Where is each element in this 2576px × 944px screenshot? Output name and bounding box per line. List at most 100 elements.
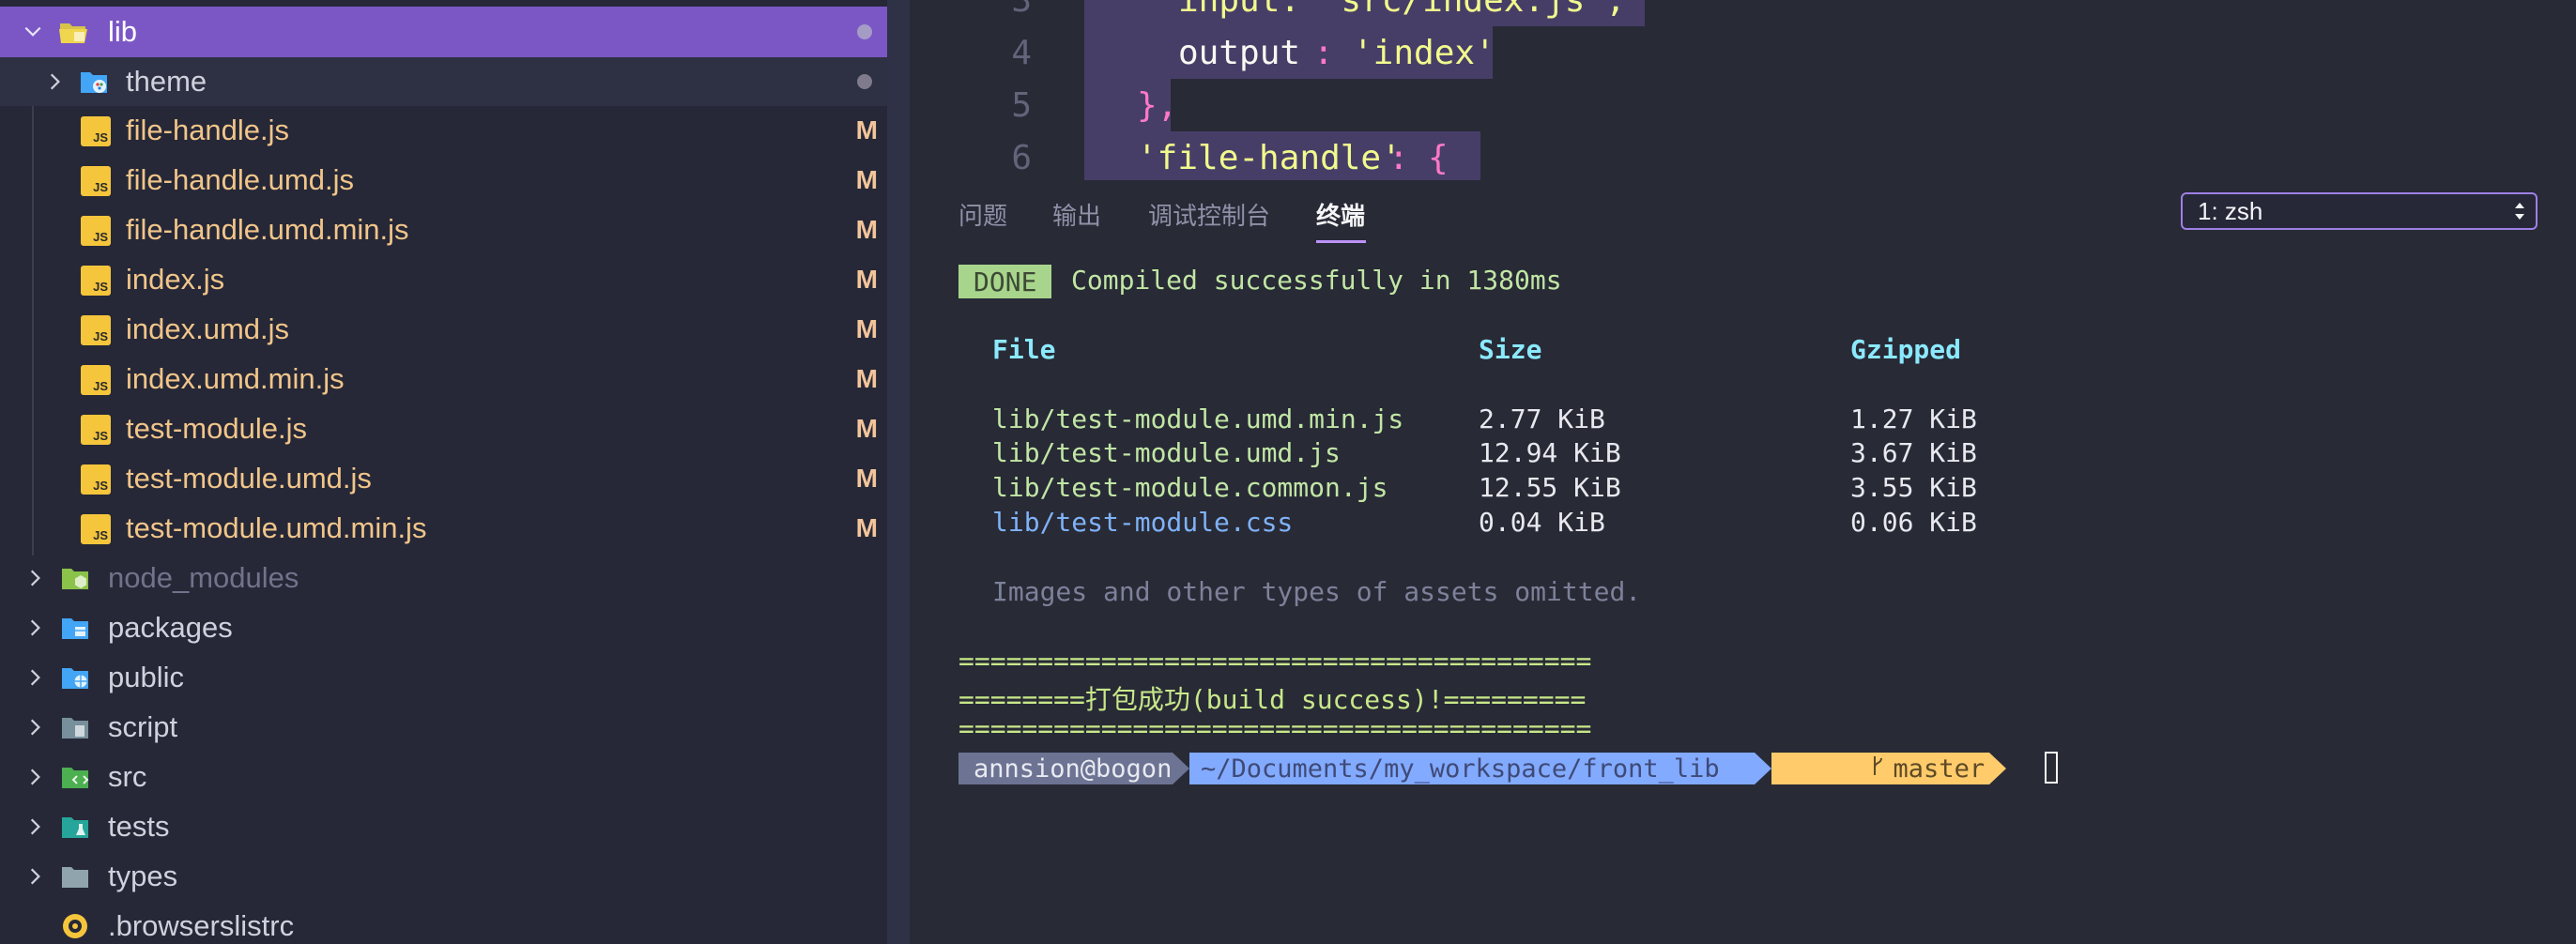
js-file-icon: JS	[81, 415, 111, 445]
file-name: index.umd.js	[126, 312, 290, 345]
folder-name: lib	[108, 15, 138, 48]
file-explorer: lib theme JS file-handle.js M JS file-ha…	[0, 0, 887, 944]
browserslist-icon	[60, 911, 90, 941]
tab-terminal[interactable]: 终端	[1316, 197, 1365, 232]
modified-mark: M	[855, 364, 878, 393]
col-header-file: File	[992, 334, 1056, 365]
folder-name: script	[108, 710, 178, 743]
types-folder-icon	[60, 861, 90, 891]
chevron-right-icon[interactable]	[23, 765, 47, 789]
file-item[interactable]: JS index.umd.min.js M	[0, 355, 887, 403]
asset-size: 0.04 KiB	[1479, 507, 1605, 538]
chevron-right-icon[interactable]	[23, 715, 47, 739]
asset-file: lib/test-module.css	[992, 507, 1294, 538]
js-file-icon: JS	[81, 266, 111, 296]
file-item[interactable]: JS test-module.js M	[0, 404, 887, 453]
terminal-shell-select[interactable]: 1: zsh	[2181, 192, 2538, 230]
packages-folder-icon	[60, 613, 90, 643]
prompt-separator-arrow	[1173, 753, 1189, 784]
chevron-right-icon[interactable]	[23, 616, 47, 640]
modified-mark: M	[855, 265, 878, 294]
modified-mark: M	[855, 314, 878, 343]
prompt-separator-arrow	[1989, 753, 2006, 784]
modified-mark: M	[855, 513, 878, 542]
prompt-user-host-text: annsion@bogon	[974, 754, 1173, 784]
file-item[interactable]: JS index.js M	[0, 255, 887, 304]
tab-problems[interactable]: 问题	[958, 197, 1007, 232]
code-editor[interactable]: 3 input: 'src/index.js', 4 output : 'ind…	[910, 0, 2576, 180]
prompt-separator-arrow	[1755, 753, 1771, 784]
tab-debug-console[interactable]: 调试控制台	[1148, 197, 1270, 232]
file-item[interactable]: JS file-handle.umd.js M	[0, 156, 887, 205]
lib-folder-open-icon	[58, 17, 88, 47]
folder-name: public	[108, 661, 184, 693]
line-number: 5	[1011, 85, 1032, 125]
file-item[interactable]: JS index.umd.js M	[0, 305, 887, 354]
line-number: 3	[1011, 0, 1032, 20]
file-item[interactable]: JS file-handle.umd.min.js M	[0, 206, 887, 254]
col-header-size: Size	[1479, 334, 1542, 365]
code-key: output	[1178, 33, 1301, 72]
chevron-right-icon[interactable]	[23, 566, 47, 590]
asset-size: 12.94 KiB	[1479, 437, 1621, 468]
js-file-icon: JS	[81, 216, 111, 246]
prompt-path: ~/Documents/my_workspace/front_lib	[1189, 753, 1755, 784]
sidebar-resize-handle[interactable]	[887, 0, 910, 944]
shell-select-value: 1: zsh	[2198, 196, 2263, 225]
modified-dot-indicator	[857, 24, 872, 39]
chevron-right-icon[interactable]	[42, 69, 67, 94]
asset-size: 12.55 KiB	[1479, 472, 1621, 503]
js-file-icon: JS	[81, 365, 111, 395]
chevron-right-icon[interactable]	[23, 815, 47, 839]
tests-folder-icon	[60, 812, 90, 842]
asset-file: lib/test-module.common.js	[992, 472, 1388, 503]
file-item[interactable]: JS file-handle.js M	[0, 106, 887, 155]
folder-name: node_modules	[108, 561, 299, 594]
chevron-right-icon[interactable]	[23, 665, 47, 690]
bottom-panel: 问题 输出 调试控制台 终端 1: zsh DONE Compiled succ…	[910, 180, 2576, 944]
line-number: 6	[1011, 138, 1032, 177]
node-folder-icon	[60, 563, 90, 593]
js-file-icon: JS	[81, 464, 111, 495]
file-item[interactable]: JS test-module.umd.min.js M	[0, 504, 887, 553]
folder-packages[interactable]: packages	[0, 603, 887, 652]
assets-note: Images and other types of assets omitted…	[992, 576, 1642, 607]
file-item[interactable]: JS test-module.umd.js M	[0, 454, 887, 503]
code-value: 'index'	[1353, 33, 1495, 72]
select-arrows-icon	[2513, 200, 2526, 222]
folder-types[interactable]: types	[0, 852, 887, 901]
code-value: {	[1428, 138, 1449, 177]
tab-output[interactable]: 输出	[1052, 197, 1101, 232]
modified-mark: M	[855, 414, 878, 443]
folder-name: src	[108, 760, 147, 793]
file-browserslistrc[interactable]: .browserslistrc	[0, 902, 887, 944]
folder-name: packages	[108, 611, 233, 644]
folder-tests[interactable]: tests	[0, 802, 887, 851]
folder-src[interactable]: src	[0, 753, 887, 801]
code-text: },	[1137, 85, 1178, 125]
file-name: .browserslistrc	[108, 909, 295, 942]
chevron-down-icon[interactable]	[21, 20, 45, 44]
folder-public[interactable]: public	[0, 653, 887, 702]
folder-theme[interactable]: theme	[0, 57, 887, 106]
asset-gzipped: 0.06 KiB	[1850, 507, 1977, 538]
col-header-gzipped: Gzipped	[1850, 334, 1962, 365]
file-name: file-handle.umd.min.js	[126, 213, 409, 246]
asset-gzipped: 3.55 KiB	[1850, 472, 1977, 503]
folder-name: theme	[126, 65, 207, 98]
asset-gzipped: 3.67 KiB	[1850, 437, 1977, 468]
folder-lib[interactable]: lib	[0, 7, 887, 57]
chevron-right-icon[interactable]	[23, 864, 47, 889]
file-name: file-handle.umd.js	[126, 163, 354, 196]
modified-dot-indicator	[857, 74, 872, 89]
prompt-git-branch: master	[1771, 753, 1989, 784]
folder-script[interactable]: script	[0, 703, 887, 752]
file-name: test-module.umd.min.js	[126, 511, 427, 544]
modified-mark: M	[855, 115, 878, 145]
file-name: index.umd.min.js	[126, 362, 345, 395]
file-name: index.js	[126, 263, 225, 296]
theme-folder-icon	[79, 67, 109, 97]
done-badge: DONE	[958, 265, 1052, 298]
code-text: input: 'src/index.js',	[1178, 0, 1626, 20]
folder-node-modules[interactable]: node_modules	[0, 554, 887, 602]
